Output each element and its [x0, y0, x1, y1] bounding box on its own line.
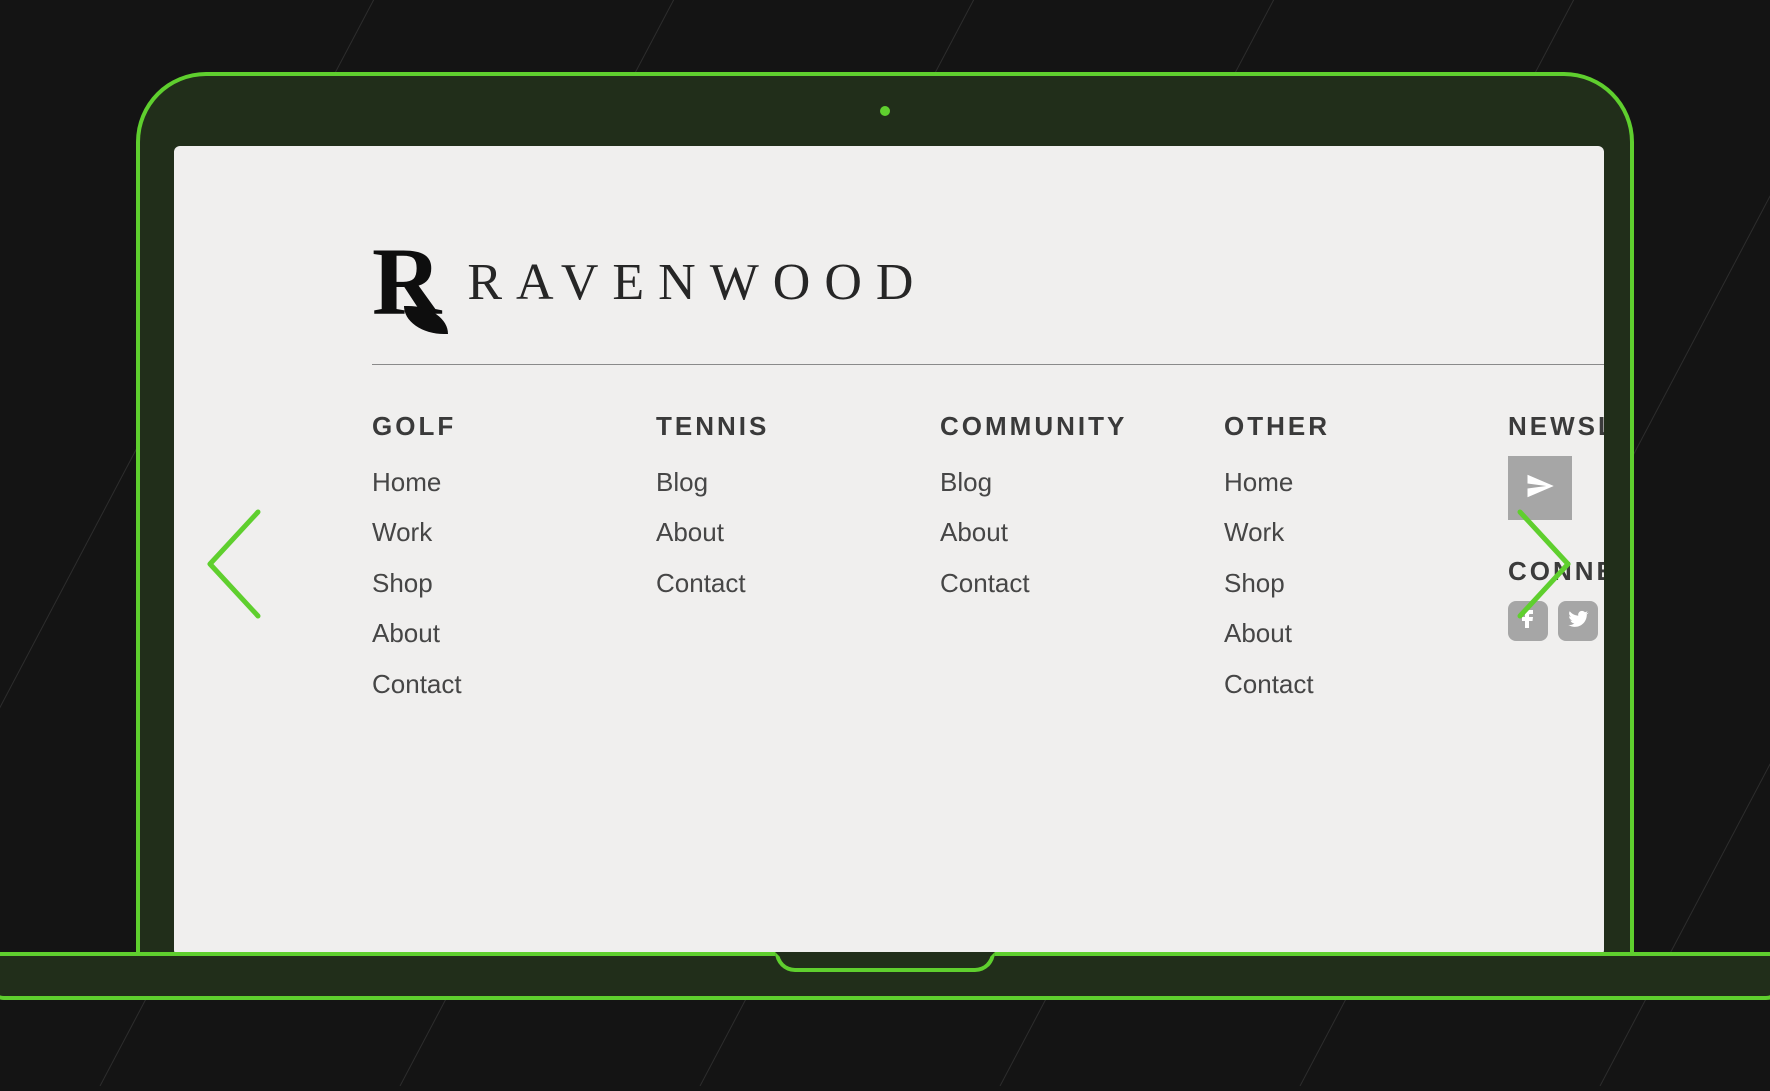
laptop-notch: [775, 952, 995, 972]
horizontal-divider: [372, 364, 1604, 365]
screen-panel: R RAVENWOOD GOLF Home Work Shop About Co…: [174, 146, 1604, 956]
carousel-next-arrow[interactable]: [1510, 504, 1580, 624]
column-community: COMMUNITY Blog About Contact: [940, 411, 1224, 716]
footer-link[interactable]: About: [372, 615, 656, 651]
footer-link[interactable]: Shop: [372, 565, 656, 601]
footer-link[interactable]: Home: [1224, 464, 1508, 500]
newsletter-heading: NEWSL: [1508, 411, 1604, 442]
footer-link[interactable]: Shop: [1224, 565, 1508, 601]
column-heading: OTHER: [1224, 411, 1508, 442]
brand-name-text: RAVENWOOD: [467, 253, 927, 312]
column-heading: TENNIS: [656, 411, 940, 442]
footer-columns: GOLF Home Work Shop About Contact TENNIS…: [372, 411, 1604, 716]
brand-logo-mark: R: [372, 234, 439, 330]
footer-link[interactable]: Blog: [940, 464, 1224, 500]
laptop-base: [0, 952, 1770, 1000]
footer-link[interactable]: Contact: [372, 666, 656, 702]
carousel-prev-arrow[interactable]: [198, 504, 268, 624]
footer-link[interactable]: Work: [1224, 514, 1508, 550]
laptop-frame: R RAVENWOOD GOLF Home Work Shop About Co…: [136, 72, 1634, 970]
laptop-lid: R RAVENWOOD GOLF Home Work Shop About Co…: [136, 72, 1634, 956]
footer-link[interactable]: Home: [372, 464, 656, 500]
column-other: OTHER Home Work Shop About Contact: [1224, 411, 1508, 716]
column-heading: GOLF: [372, 411, 656, 442]
footer-link[interactable]: About: [940, 514, 1224, 550]
page-content: R RAVENWOOD GOLF Home Work Shop About Co…: [174, 146, 1604, 716]
footer-link[interactable]: About: [656, 514, 940, 550]
footer-link[interactable]: About: [1224, 615, 1508, 651]
paper-plane-icon: [1525, 471, 1555, 506]
footer-link[interactable]: Blog: [656, 464, 940, 500]
footer-link[interactable]: Contact: [1224, 666, 1508, 702]
column-tennis: TENNIS Blog About Contact: [656, 411, 940, 716]
footer-link[interactable]: Contact: [656, 565, 940, 601]
column-heading: COMMUNITY: [940, 411, 1224, 442]
column-golf: GOLF Home Work Shop About Contact: [372, 411, 656, 716]
camera-dot: [880, 106, 890, 116]
brand-row: R RAVENWOOD: [372, 234, 1604, 330]
footer-link[interactable]: Work: [372, 514, 656, 550]
footer-link[interactable]: Contact: [940, 565, 1224, 601]
